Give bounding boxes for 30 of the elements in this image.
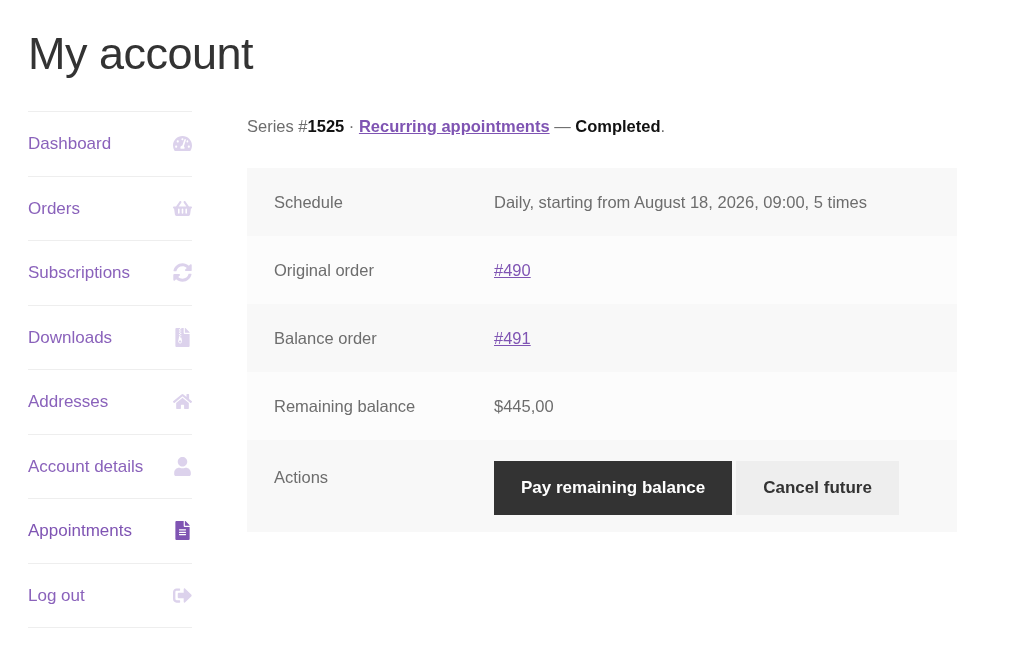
basket-icon xyxy=(173,198,192,218)
order-link[interactable]: #490 xyxy=(494,257,531,283)
detail-label: Balance order xyxy=(273,327,378,349)
detail-value: Daily, starting from August 18, 2026, 09:00, 5 times xyxy=(494,191,867,213)
file-icon xyxy=(173,327,192,347)
order-link[interactable]: #491 xyxy=(494,325,531,351)
sidebar-item[interactable]: Downloads xyxy=(28,305,192,370)
detail-value: $445,00 xyxy=(494,395,554,417)
detail-label: Original order xyxy=(273,259,375,281)
sidebar-item[interactable]: Dashboard xyxy=(28,112,192,177)
cancel-button[interactable]: Cancel future xyxy=(736,461,899,515)
detail-label: Schedule xyxy=(273,191,344,213)
sidebar-item[interactable]: Appointments xyxy=(28,499,192,564)
document-icon xyxy=(173,521,192,541)
series-link[interactable]: Recurring appointments xyxy=(358,117,550,135)
page-title: My account xyxy=(28,27,255,81)
refresh-icon xyxy=(173,263,192,283)
pay-button[interactable]: Pay remaining balance xyxy=(494,461,733,515)
logout-icon xyxy=(173,585,192,605)
sidebar-item[interactable]: Addresses xyxy=(28,370,192,435)
gauge-icon xyxy=(173,134,192,154)
sidebar-item[interactable]: Subscriptions xyxy=(28,241,192,306)
sidebar-item[interactable]: Log out xyxy=(28,563,192,628)
series-summary: Series #1525 · Recurring appointments — Completed. xyxy=(247,116,667,137)
detail-label: Remaining balance xyxy=(273,395,417,417)
home-icon xyxy=(173,392,192,412)
sidebar-item[interactable]: Account details xyxy=(28,434,192,499)
detail-label: Actions xyxy=(273,467,330,488)
user-icon xyxy=(173,456,192,476)
sidebar-item[interactable]: Orders xyxy=(28,176,192,241)
